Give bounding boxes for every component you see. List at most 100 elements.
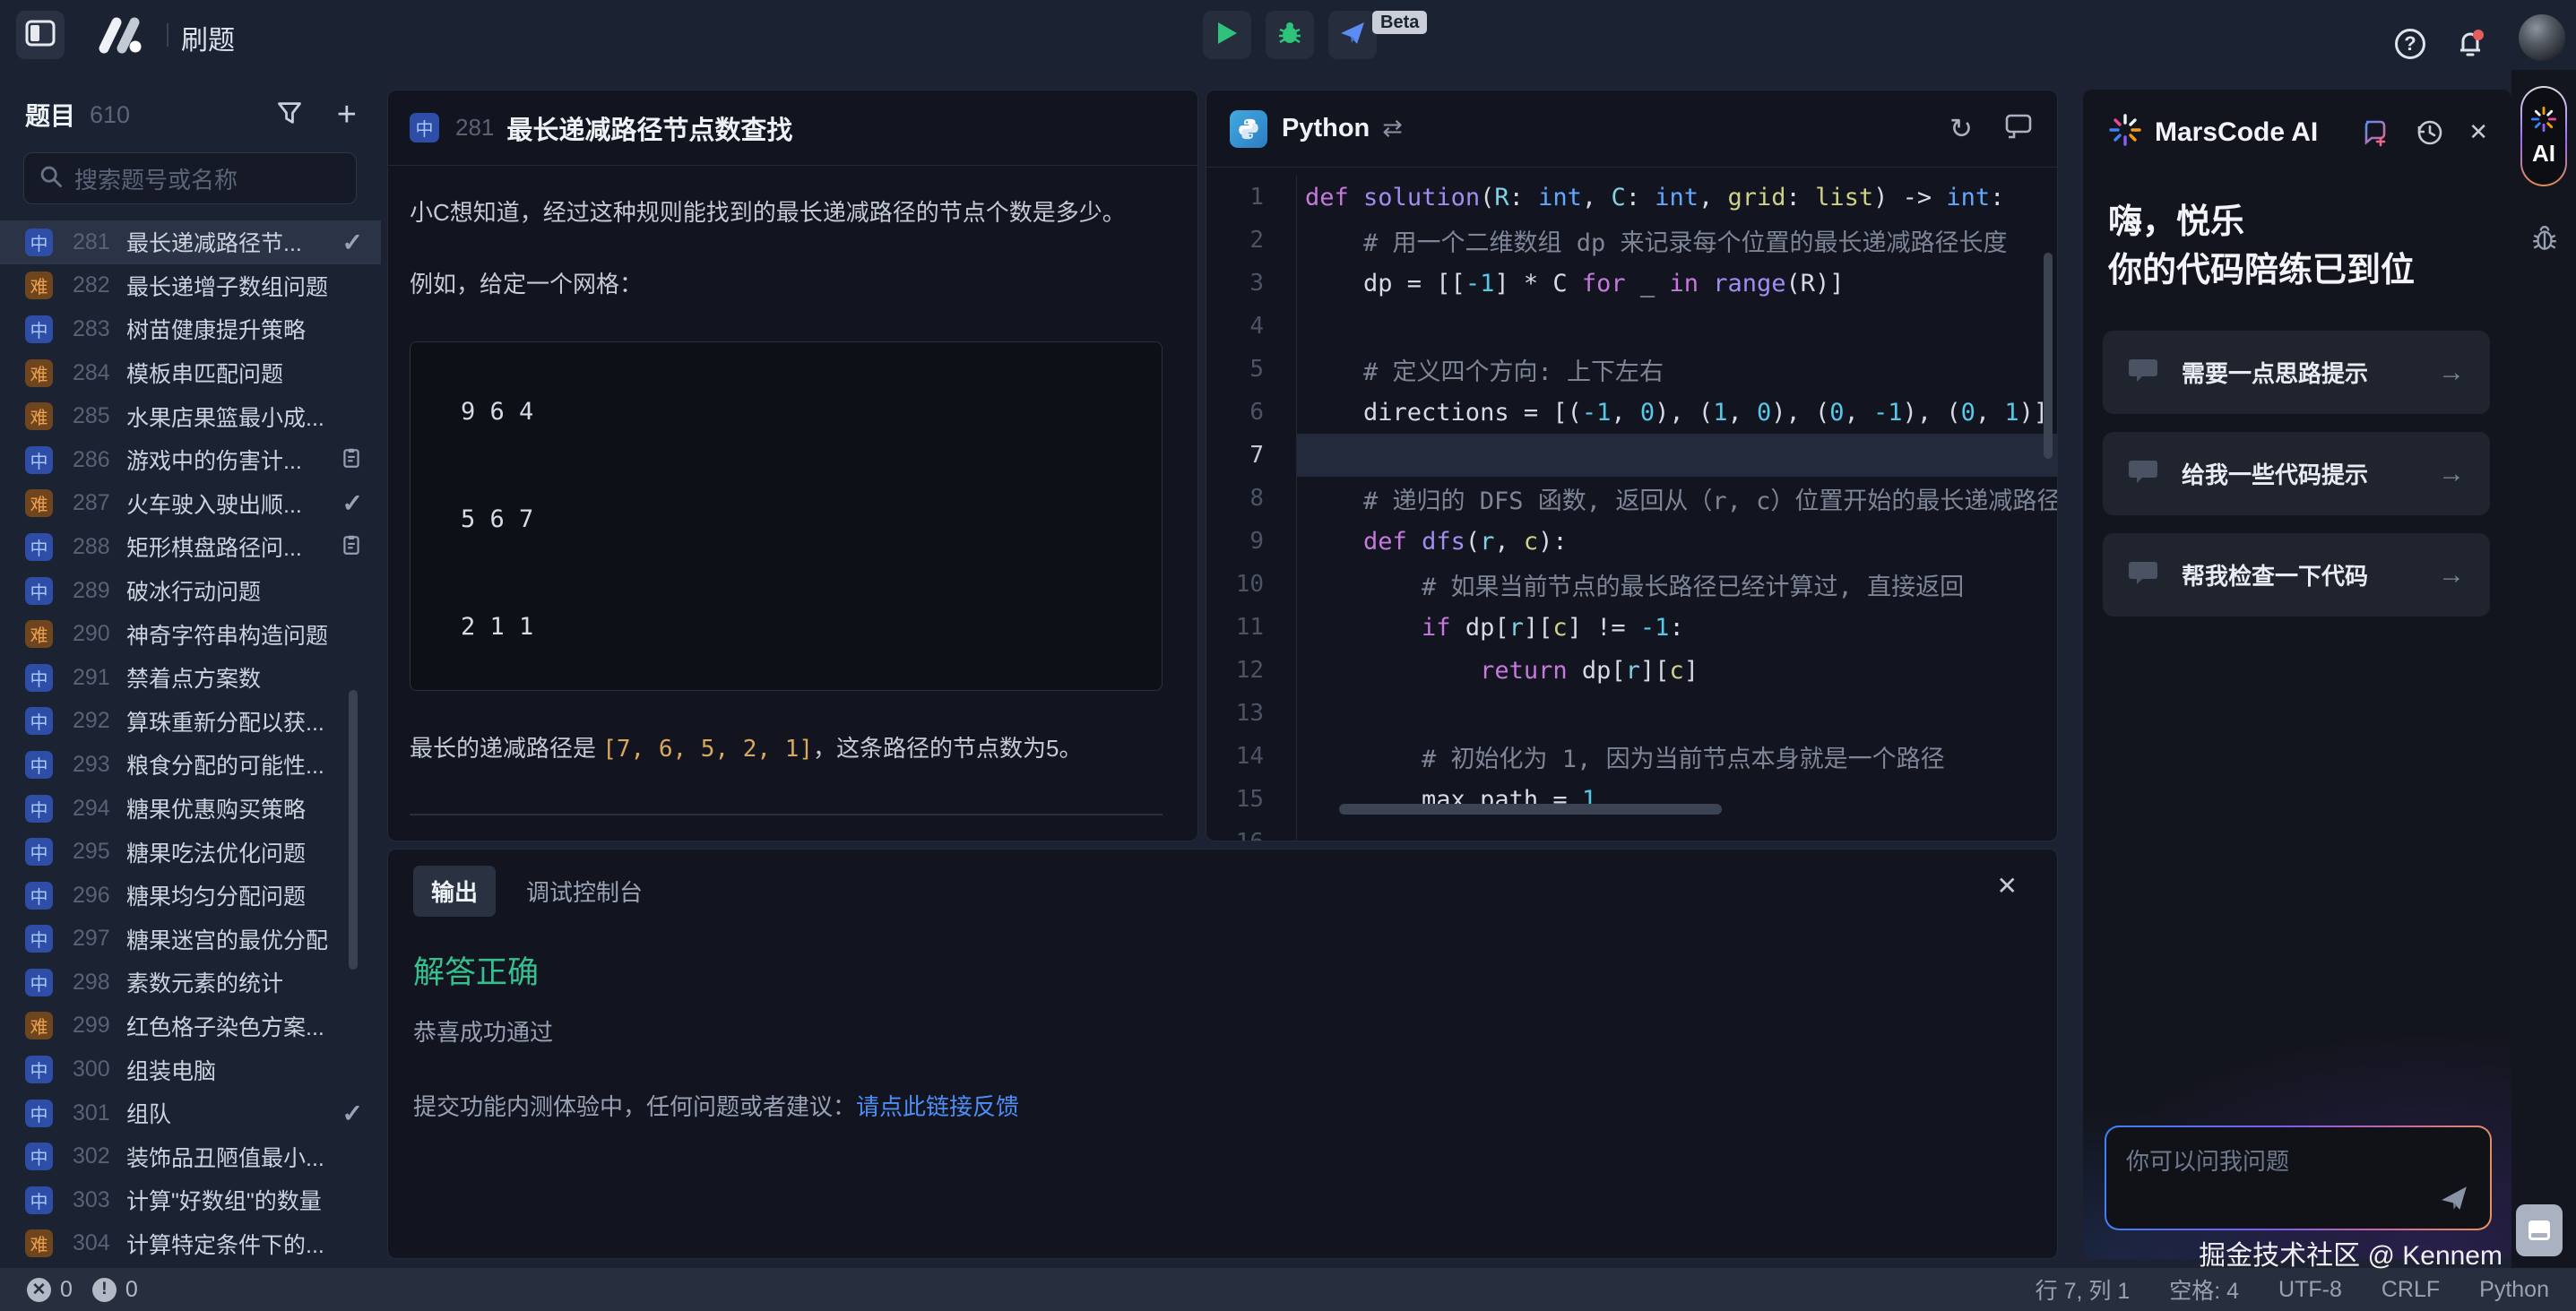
code-line[interactable]: 6 directions = [(-1, 0), (1, 0), (0, -1)… [1206,391,2057,434]
debug-button[interactable] [1266,11,1314,59]
problem-list-item[interactable]: 难299红色格子染色方案... [0,1005,381,1048]
warning-count[interactable]: ! 0 [92,1277,138,1303]
editor-vertical-scrollbar[interactable] [2044,253,2053,459]
history-icon[interactable] [2415,117,2445,148]
problem-paragraph: 最长的递减路径是 [7, 6, 5, 2, 1]，这条路径的节点数为5。 [410,730,1165,763]
problem-list-item[interactable]: 中294糖果优惠购买策略 [0,787,381,831]
new-chat-icon[interactable] [2359,116,2391,149]
help-icon[interactable]: ? [2395,29,2425,59]
problem-list-item[interactable]: 中302装饰品丑陋值最小... [0,1134,381,1178]
code-line[interactable]: 12 return dp[r][c] [1206,649,2057,692]
line-number: 9 [1206,528,1296,555]
code-text [1296,305,2057,348]
problem-list-item[interactable]: 中289破冰行动问题 [0,569,381,613]
close-icon[interactable]: ✕ [2468,118,2488,146]
code-line[interactable]: 13 [1206,692,2057,735]
feedback-link[interactable]: 请点此链接反馈 [856,1093,1019,1120]
error-count[interactable]: ✕ 0 [27,1277,73,1303]
code-line[interactable]: 1def solution(R: int, C: int, grid: list… [1206,176,2057,219]
watermark: 掘金技术社区 @ Kennem [2199,1233,2503,1272]
divider [167,23,169,47]
code-line[interactable]: 16 [1206,821,2057,841]
editor-horizontal-scrollbar[interactable] [1339,804,1722,815]
status-right-items: 行 7, 列 1 空格: 4 UTF-8 CRLF Python [2036,1273,2549,1306]
problem-title: 水果店果篮最小成... [126,401,363,433]
code-line[interactable]: 5 # 定义四个方向: 上下左右 [1206,348,2057,391]
ai-suggestion-card[interactable]: 给我一些代码提示→ [2103,432,2490,515]
problem-list-item[interactable]: 难287火车驶入驶出顺...✓ [0,482,381,526]
panel-toggle-button[interactable] [2516,1204,2563,1256]
problem-list-item[interactable]: 难290神奇字符串构造问题 [0,612,381,656]
problem-number: 286 [73,447,119,473]
submit-button[interactable] [1328,11,1377,59]
close-icon[interactable]: ✕ [1997,871,2018,901]
difficulty-badge: 中 [25,1143,53,1170]
problem-list-item[interactable]: 中296糖果均匀分配问题 [0,874,381,918]
layout-icon[interactable] [2003,112,2034,146]
problem-list-item[interactable]: 难304计算特定条件下的... [0,1222,381,1266]
code-line[interactable]: 8 # 递归的 DFS 函数, 返回从（r, c）位置开始的最长递减路径 [1206,477,2057,520]
problem-list-item[interactable]: 中288矩形棋盘路径问... [0,525,381,569]
indent-setting[interactable]: 空格: 4 [2169,1273,2239,1306]
problem-list-item[interactable]: 中297糖果迷宫的最优分配 [0,918,381,962]
sidebar-scrollbar[interactable] [349,690,358,970]
problem-list-item[interactable]: 中303计算"好数组"的数量 [0,1178,381,1222]
debug-rail-icon[interactable] [2531,224,2558,257]
problem-title: 计算"好数组"的数量 [126,1184,363,1216]
problem-list-item[interactable]: 中281最长递减路径节...✓ [0,220,381,264]
ai-suggestion-card[interactable]: 需要一点思路提示→ [2103,331,2490,414]
problem-list-item[interactable]: 难285水果店果篮最小成... [0,394,381,438]
switch-language-icon[interactable]: ⇄ [1382,115,1403,142]
reset-code-icon[interactable]: ↻ [1949,113,1973,145]
problem-list-item[interactable]: 中293粮食分配的可能性... [0,743,381,787]
difficulty-badge: 中 [25,533,53,561]
problem-number: 304 [73,1230,119,1256]
problem-list-item[interactable]: 中283树苗健康提升策略 [0,307,381,351]
problem-list-item[interactable]: 难284模板串匹配问题 [0,351,381,395]
grid-code-block: 9 6 4 5 6 7 2 1 1 [410,341,1163,691]
sidebar-toggle-button[interactable] [16,11,65,59]
code-line[interactable]: 4 [1206,305,2057,348]
problem-title: 组装电脑 [126,1054,363,1086]
language-mode[interactable]: Python [2479,1277,2549,1303]
run-button[interactable] [1203,11,1251,59]
problem-list-item[interactable]: 难282最长递增子数组问题 [0,264,381,308]
code-line[interactable]: 7 [1206,434,2057,477]
problem-list-item[interactable]: 中295糖果吃法优化问题 [0,830,381,874]
line-number: 6 [1206,399,1296,426]
problem-list-item[interactable]: 中291禁着点方案数 [0,656,381,700]
sidebar-toggle-icon [25,19,56,52]
tab-output[interactable]: 输出 [413,866,496,917]
bell-icon[interactable] [2452,25,2488,65]
code-line[interactable]: 2 # 用一个二维数组 dp 来记录每个位置的最长递减路径长度 [1206,219,2057,262]
problem-list-item[interactable]: 中300组装电脑 [0,1048,381,1091]
filter-icon[interactable] [276,99,303,131]
problem-number: 283 [73,316,119,342]
chat-input[interactable]: 你可以问我问题 [2106,1127,2490,1229]
encoding[interactable]: UTF-8 [2278,1277,2342,1303]
problem-list-item[interactable]: 中286游戏中的伤害计... [0,438,381,482]
code-line[interactable]: 10 # 如果当前节点的最长路径已经计算过, 直接返回 [1206,563,2057,606]
ai-suggestion-card[interactable]: 帮我检查一下代码→ [2103,533,2490,617]
tab-debug-console[interactable]: 调试控制台 [526,875,643,908]
send-icon[interactable] [2440,1185,2468,1216]
code-line[interactable]: 11 if dp[r][c] != -1: [1206,606,2057,649]
problem-list-item[interactable]: 中298素数元素的统计 [0,961,381,1005]
marscode-logo[interactable] [95,16,147,58]
code-area[interactable]: 1def solution(R: int, C: int, grid: list… [1206,168,2057,841]
add-problem-icon[interactable]: + [337,101,357,128]
problem-title: 糖果吃法优化问题 [126,836,363,868]
problem-list-item[interactable]: 中301组队✓ [0,1091,381,1135]
chat-input-border: 你可以问我问题 [2105,1126,2492,1230]
chat-bubble-icon [2128,357,2158,388]
problem-list-item[interactable]: 中292算珠重新分配以获... [0,700,381,744]
code-line[interactable]: 14 # 初始化为 1, 因为当前节点本身就是一个路径 [1206,735,2057,778]
code-line[interactable]: 3 dp = [[-1] * C for _ in range(R)] [1206,262,2057,305]
avatar[interactable] [2519,14,2565,61]
eol-setting[interactable]: CRLF [2382,1277,2440,1303]
cursor-position[interactable]: 行 7, 列 1 [2036,1273,2131,1306]
search-input[interactable]: 搜索题号或名称 [23,152,357,204]
problem-description[interactable]: 小C想知道，经过这种规则能找到的最长递减路径的节点个数是多少。 例如，给定一个网… [388,166,1197,841]
ai-rail-button[interactable]: AI [2520,86,2567,186]
code-line[interactable]: 9 def dfs(r, c): [1206,520,2057,563]
